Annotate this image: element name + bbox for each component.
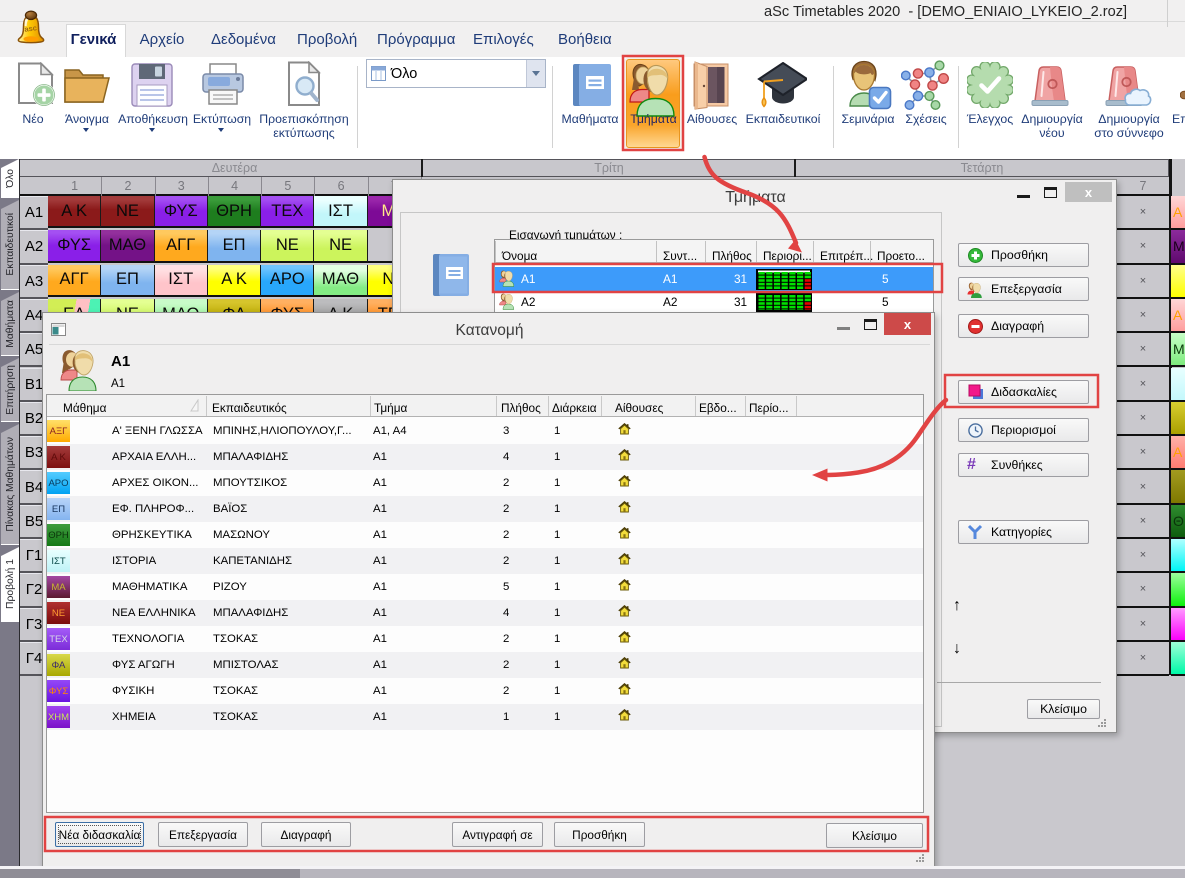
svg-text:asc: asc xyxy=(24,23,38,34)
